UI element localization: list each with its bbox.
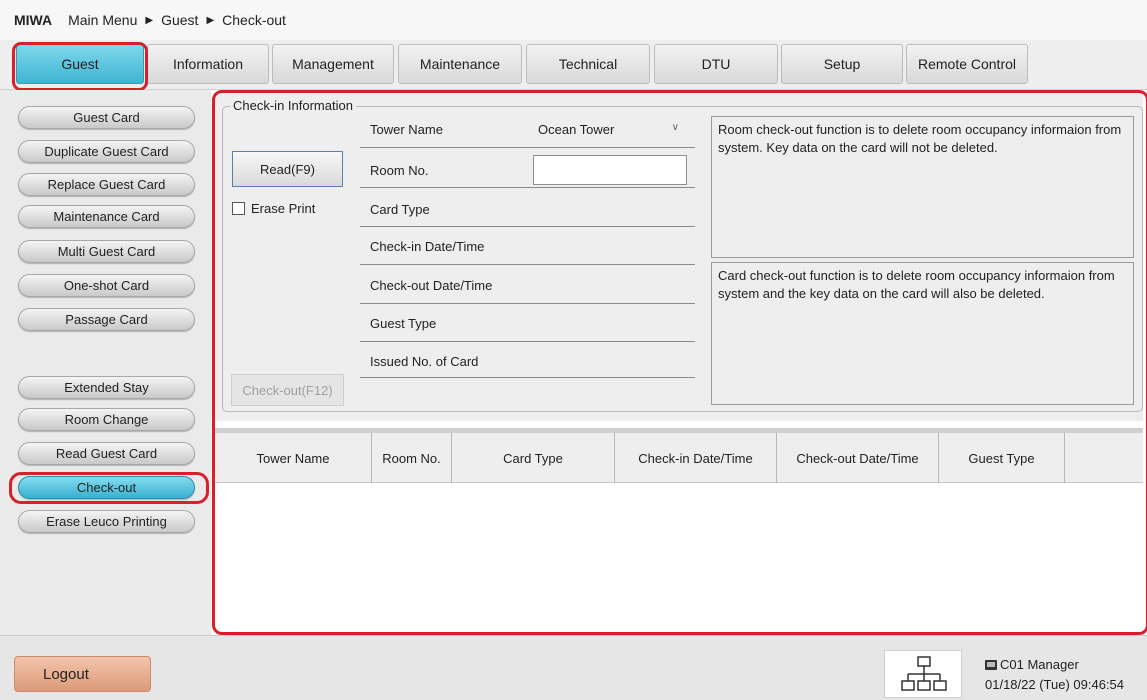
field-divider [360, 303, 695, 304]
card-checkout-info: Card check-out function is to delete roo… [711, 262, 1134, 405]
guest-type-label: Guest Type [370, 316, 437, 331]
footer-bar [0, 635, 1147, 700]
main-tab-bar: Guest Information Management Maintenance… [0, 40, 1147, 90]
field-divider [360, 377, 695, 378]
sidebar-item-passage-card[interactable]: Passage Card [18, 308, 195, 331]
sidebar-item-duplicate-guest-card[interactable]: Duplicate Guest Card [18, 140, 195, 163]
sidebar-item-read-guest-card[interactable]: Read Guest Card [18, 442, 195, 465]
column-header-card-type[interactable]: Card Type [452, 433, 615, 483]
network-status[interactable] [884, 650, 962, 698]
breadcrumb-item[interactable]: Guest [161, 12, 198, 28]
checkin-legend: Check-in Information [230, 98, 356, 113]
chevron-down-icon: ∨ [671, 122, 679, 133]
field-divider [360, 226, 695, 227]
sidebar-item-erase-leuco-printing[interactable]: Erase Leuco Printing [18, 510, 195, 533]
erase-print-checkbox[interactable] [232, 202, 245, 215]
field-divider [360, 147, 695, 148]
sidebar-item-check-out[interactable]: Check-out [18, 476, 195, 499]
read-button[interactable]: Read(F9) [232, 151, 343, 187]
datetime-label: 01/18/22 (Tue) 09:46:54 [985, 677, 1125, 692]
column-header-checkout-datetime[interactable]: Check-out Date/Time [777, 433, 939, 483]
sidebar-item-multi-guest-card[interactable]: Multi Guest Card [18, 240, 195, 263]
sidebar-item-extended-stay[interactable]: Extended Stay [18, 376, 195, 399]
monitor-icon [985, 659, 997, 670]
checkout-datetime-label: Check-out Date/Time [370, 278, 493, 293]
sidebar-item-room-change[interactable]: Room Change [18, 408, 195, 431]
tower-name-select-value: Ocean Tower [538, 122, 615, 137]
tab-remote-control[interactable]: Remote Control [906, 44, 1028, 84]
sidebar-item-maintenance-card[interactable]: Maintenance Card [18, 205, 195, 228]
column-header-room-no[interactable]: Room No. [372, 433, 452, 483]
sidebar-item-guest-card[interactable]: Guest Card [18, 106, 195, 129]
erase-print-label: Erase Print [251, 201, 316, 216]
card-type-label: Card Type [370, 202, 430, 217]
column-header-guest-type[interactable]: Guest Type [939, 433, 1065, 483]
logout-button[interactable]: Logout [14, 656, 151, 692]
room-no-input[interactable] [533, 155, 687, 185]
table-body[interactable] [215, 483, 1143, 633]
tab-maintenance[interactable]: Maintenance [398, 44, 522, 84]
table-header: Tower Name Room No. Card Type Check-in D… [215, 428, 1143, 483]
sidebar-item-replace-guest-card[interactable]: Replace Guest Card [18, 173, 195, 196]
tab-dtu[interactable]: DTU [654, 44, 778, 84]
breadcrumb: MIWA Main Menu ▶ Guest ▶ Check-out [14, 12, 286, 28]
sidebar-item-one-shot-card[interactable]: One-shot Card [18, 274, 195, 297]
checkin-datetime-label: Check-in Date/Time [370, 239, 485, 254]
tab-management[interactable]: Management [272, 44, 394, 84]
title-bar: MIWA Main Menu ▶ Guest ▶ Check-out [0, 0, 1147, 40]
brand-logo: MIWA [14, 12, 53, 28]
tab-setup[interactable]: Setup [781, 44, 903, 84]
room-checkout-info: Room check-out function is to delete roo… [711, 116, 1134, 258]
field-divider [360, 341, 695, 342]
tab-technical[interactable]: Technical [526, 44, 650, 84]
field-divider [360, 264, 695, 265]
erase-print-option[interactable]: Erase Print [232, 201, 315, 216]
breadcrumb-item[interactable]: Main Menu [68, 12, 137, 28]
user-status: C01 Manager [985, 657, 1079, 672]
network-icon [901, 656, 947, 691]
column-header-checkin-datetime[interactable]: Check-in Date/Time [615, 433, 777, 483]
user-label: C01 Manager [1000, 657, 1079, 672]
tower-name-select[interactable]: Ocean Tower ∨ [533, 117, 687, 142]
sidebar: Guest Card Duplicate Guest Card Replace … [0, 90, 211, 635]
breadcrumb-separator-icon: ▶ [206, 14, 215, 26]
breadcrumb-item-current: Check-out [222, 12, 286, 28]
checkout-button[interactable]: Check-out(F12) [231, 374, 344, 406]
room-no-label: Room No. [370, 163, 429, 178]
breadcrumb-separator-icon: ▶ [145, 14, 154, 26]
column-header-tower-name[interactable]: Tower Name [215, 433, 372, 483]
field-divider [360, 187, 695, 188]
tower-name-label: Tower Name [370, 122, 443, 137]
tab-information[interactable]: Information [147, 44, 269, 84]
tab-guest[interactable]: Guest [16, 44, 144, 84]
issued-no-label: Issued No. of Card [370, 354, 479, 369]
